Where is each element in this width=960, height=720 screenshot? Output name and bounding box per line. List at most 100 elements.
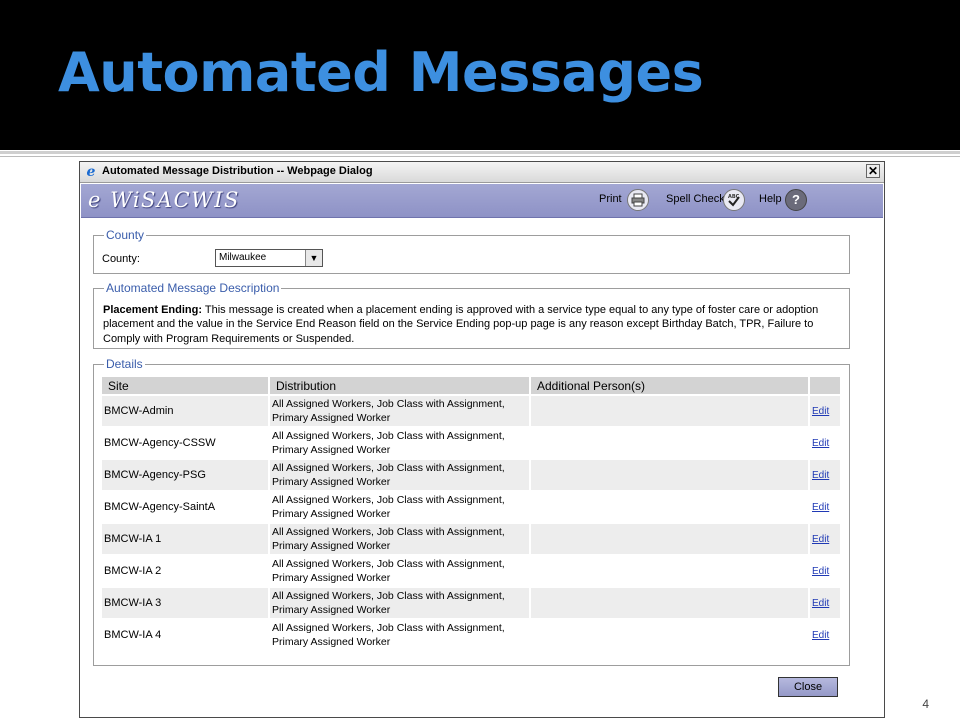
site-cell: BMCW-IA 2 [104, 565, 162, 577]
action-cell: Edit [810, 460, 840, 490]
distribution-line: All Assigned Workers, Job Class with Ass… [272, 398, 505, 410]
app-logo: e WiSACWIS [88, 188, 240, 212]
spell-check-icon[interactable]: ABC [723, 189, 745, 211]
table-row: BMCW-Agency-SaintA All Assigned Workers,… [102, 492, 840, 522]
dialog-titlebar[interactable]: e Automated Message Distribution -- Webp… [80, 162, 884, 183]
additional-persons-cell [531, 396, 808, 426]
site-cell: BMCW-IA 1 [102, 524, 268, 554]
description-heading: Placement Ending: [103, 304, 203, 316]
county-legend: County [104, 228, 147, 242]
action-cell: Edit [810, 396, 840, 426]
edit-link[interactable]: Edit [812, 438, 829, 449]
distribution-line: Primary Assigned Worker [272, 603, 391, 616]
table-row: BMCW-Agency-CSSW All Assigned Workers, J… [102, 428, 840, 458]
distribution-cell: All Assigned Workers, Job Class with Ass… [270, 556, 529, 586]
distribution-line: All Assigned Workers, Job Class with Ass… [272, 494, 505, 506]
column-header-site: Site [102, 377, 268, 394]
distribution-line: Primary Assigned Worker [272, 443, 391, 456]
dialog-title: Automated Message Distribution -- Webpag… [102, 165, 373, 177]
distribution-line: Primary Assigned Worker [272, 635, 391, 648]
print-button-label[interactable]: Print [599, 193, 622, 205]
distribution-line: All Assigned Workers, Job Class with Ass… [272, 622, 505, 634]
edit-link[interactable]: Edit [812, 470, 829, 481]
divider-bottom [0, 156, 960, 157]
county-selected-value: Milwaukee [219, 252, 267, 263]
site-cell: BMCW-Agency-PSG [102, 460, 268, 490]
slide-title: Automated Messages [58, 41, 704, 104]
action-cell: Edit [810, 556, 840, 586]
table-row: BMCW-IA 2 All Assigned Workers, Job Clas… [102, 556, 840, 586]
distribution-line: Primary Assigned Worker [272, 571, 391, 584]
edit-link[interactable]: Edit [812, 566, 829, 577]
column-header-distribution: Distribution [270, 377, 529, 394]
distribution-line: All Assigned Workers, Job Class with Ass… [272, 462, 505, 474]
action-cell: Edit [810, 428, 840, 458]
edit-link[interactable]: Edit [812, 534, 829, 545]
close-window-icon[interactable]: ✕ [866, 164, 880, 178]
distribution-line: All Assigned Workers, Job Class with Ass… [272, 590, 505, 602]
description-text: Placement Ending: This message is create… [103, 303, 843, 346]
close-button[interactable]: Close [778, 677, 838, 697]
action-cell: Edit [810, 620, 840, 650]
site-cell: BMCW-Agency-SaintA [104, 501, 216, 513]
additional-persons-cell [531, 524, 808, 554]
distribution-cell: All Assigned Workers, Job Class with Ass… [270, 620, 529, 650]
printer-icon[interactable] [627, 189, 649, 211]
site-cell: BMCW-Admin [102, 396, 268, 426]
county-dropdown[interactable]: Milwaukee ▼ [215, 249, 323, 267]
help-icon[interactable]: ? [785, 189, 807, 211]
column-header-actions [810, 377, 840, 394]
help-button-label[interactable]: Help [759, 193, 782, 205]
distribution-cell: All Assigned Workers, Job Class with Ass… [270, 460, 529, 490]
distribution-line: All Assigned Workers, Job Class with Ass… [272, 430, 505, 442]
edit-link[interactable]: Edit [812, 598, 829, 609]
site-cell: BMCW-IA 4 [104, 629, 162, 641]
distribution-line: Primary Assigned Worker [272, 507, 391, 520]
chevron-down-icon[interactable]: ▼ [305, 250, 322, 266]
details-table: Site Distribution Additional Person(s) B… [100, 375, 842, 652]
distribution-line: Primary Assigned Worker [272, 539, 391, 552]
distribution-line: All Assigned Workers, Job Class with Ass… [272, 526, 505, 538]
additional-persons-cell [531, 428, 808, 458]
site-cell: BMCW-Agency-CSSW [104, 437, 216, 449]
table-row: BMCW-Agency-PSG All Assigned Workers, Jo… [102, 460, 840, 490]
column-header-additional-persons: Additional Person(s) [531, 377, 808, 394]
details-legend: Details [104, 357, 145, 371]
distribution-cell: All Assigned Workers, Job Class with Ass… [270, 492, 529, 522]
ie-icon: e [86, 164, 96, 180]
distribution-line: Primary Assigned Worker [272, 475, 391, 488]
county-label: County: [102, 253, 140, 265]
edit-link[interactable]: Edit [812, 406, 829, 417]
action-cell: Edit [810, 588, 840, 618]
divider-top [0, 151, 960, 154]
automated-message-dialog: e Automated Message Distribution -- Webp… [79, 161, 885, 718]
description-body: This message is created when a placement… [103, 304, 819, 345]
county-section: County County: Milwaukee ▼ [93, 228, 850, 274]
additional-persons-cell [531, 492, 808, 522]
additional-persons-cell [531, 588, 808, 618]
table-row: BMCW-IA 3 All Assigned Workers, Job Clas… [102, 588, 840, 618]
additional-persons-cell [531, 620, 808, 650]
action-cell: Edit [810, 524, 840, 554]
additional-persons-cell [531, 460, 808, 490]
page-number: 4 [922, 697, 929, 711]
distribution-line: All Assigned Workers, Job Class with Ass… [272, 558, 505, 570]
distribution-cell: All Assigned Workers, Job Class with Ass… [270, 588, 529, 618]
table-row: BMCW-Admin All Assigned Workers, Job Cla… [102, 396, 840, 426]
action-cell: Edit [810, 492, 840, 522]
distribution-cell: All Assigned Workers, Job Class with Ass… [270, 428, 529, 458]
distribution-line: Primary Assigned Worker [272, 411, 391, 424]
table-row: BMCW-IA 1 All Assigned Workers, Job Clas… [102, 524, 840, 554]
details-section: Details Site Distribution Additional Per… [93, 357, 850, 666]
site-cell: BMCW-IA 3 [102, 588, 268, 618]
distribution-cell: All Assigned Workers, Job Class with Ass… [270, 396, 529, 426]
spell-check-button-label[interactable]: Spell Check [666, 193, 725, 205]
description-section: Automated Message Description Placement … [93, 281, 850, 349]
dialog-content: County County: Milwaukee ▼ Automated Mes… [80, 218, 884, 717]
additional-persons-cell [531, 556, 808, 586]
edit-link[interactable]: Edit [812, 630, 829, 641]
table-row: BMCW-IA 4 All Assigned Workers, Job Clas… [102, 620, 840, 650]
edit-link[interactable]: Edit [812, 502, 829, 513]
description-legend: Automated Message Description [104, 281, 282, 295]
distribution-cell: All Assigned Workers, Job Class with Ass… [270, 524, 529, 554]
